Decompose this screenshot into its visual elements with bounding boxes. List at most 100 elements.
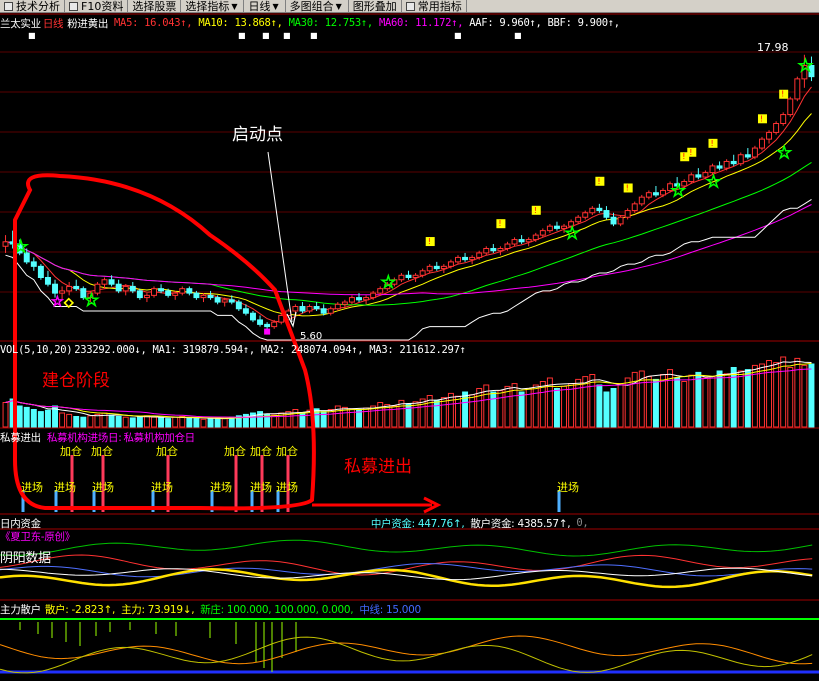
volume-bar xyxy=(660,374,666,428)
entry-signal-label: 进场 xyxy=(557,481,579,494)
period-label: 日线 xyxy=(42,17,64,30)
money-mid: 中户资金: 447.76↑, xyxy=(370,517,465,530)
volume-bar xyxy=(172,416,179,428)
volume-bar xyxy=(207,418,214,428)
launch-point-annotation: 启动点 xyxy=(232,125,283,145)
star-marker: ☆ xyxy=(797,55,813,76)
volume-bar xyxy=(193,418,200,428)
flag-mark: ! xyxy=(428,237,431,246)
candle-body xyxy=(610,216,617,225)
volume-bar xyxy=(16,405,23,428)
candle-body xyxy=(759,138,765,149)
candle-body xyxy=(476,252,483,258)
candle-body xyxy=(320,308,327,314)
volume-bar xyxy=(610,388,617,428)
volume-bar xyxy=(2,402,9,428)
aaf-value: AAF: 9.960↑, xyxy=(469,17,542,29)
main-force-line xyxy=(0,635,813,665)
candle-body xyxy=(546,225,553,232)
volume-bar xyxy=(674,377,681,428)
add-signal-label: 加仓 xyxy=(224,445,246,458)
volume-bars xyxy=(2,356,815,428)
candle-body xyxy=(306,306,313,312)
candle-body xyxy=(589,207,596,214)
candle-body xyxy=(327,308,334,314)
price-low-label: 5.60 xyxy=(300,331,323,342)
star-marker: ☆ xyxy=(705,172,721,193)
candle-body xyxy=(582,212,589,218)
volume-bar xyxy=(115,416,122,428)
candle-body xyxy=(737,154,744,165)
candle-body xyxy=(264,323,271,328)
top-marker: ■ xyxy=(28,31,36,40)
candle-body xyxy=(30,261,37,267)
candle-body xyxy=(440,265,447,270)
candle-body xyxy=(334,303,341,310)
volume-bar xyxy=(221,418,228,428)
star-marker: ☆ xyxy=(670,180,686,201)
volume-bar xyxy=(794,357,801,428)
candle-body xyxy=(645,192,652,198)
candle-body xyxy=(433,265,440,270)
volume-bar xyxy=(801,364,808,428)
volume-bar xyxy=(186,417,193,428)
volume-bar xyxy=(108,414,115,428)
flag-mark: ! xyxy=(760,114,763,123)
yinyang-name: 阴阳数据 xyxy=(0,550,51,566)
flag-mark: ! xyxy=(597,177,600,186)
volume-bar xyxy=(681,381,688,428)
candle-body xyxy=(695,174,702,178)
candle-body xyxy=(221,299,228,303)
candle-body xyxy=(370,292,377,299)
volume-bar xyxy=(730,367,737,428)
star-marker: ☆ xyxy=(776,143,792,164)
candle-body xyxy=(66,285,73,292)
candle-body xyxy=(660,189,666,196)
entry-signal-label: 进场 xyxy=(92,481,114,494)
candle-body xyxy=(179,288,186,294)
candle-body xyxy=(744,154,751,158)
yinyang-author-label: 《夏卫东-原创》 xyxy=(0,530,75,543)
flag-mark: ! xyxy=(682,152,685,161)
candle-body xyxy=(242,308,249,314)
candle-body xyxy=(37,265,44,279)
candle-body xyxy=(129,285,136,292)
retail-value: 散户: -2.823↑, xyxy=(44,603,116,616)
candle-body xyxy=(617,216,624,225)
volume-bar xyxy=(419,398,426,428)
volume-bar xyxy=(462,391,469,428)
stock-chart: ■ ■ ■ ■ ■ ■ ■ !!!!!! !!!!☆☆☆☆☆ ☆☆☆◇☆ xyxy=(0,13,819,674)
volume-bar xyxy=(30,409,37,428)
launch-marker xyxy=(264,328,271,335)
volume-bar xyxy=(476,388,483,428)
candle-body xyxy=(794,78,801,100)
candle-body xyxy=(766,131,773,140)
candle-body xyxy=(341,301,348,305)
candle-body xyxy=(652,192,659,196)
volume-bar xyxy=(808,363,815,428)
indicator-name: 粉进黄出 xyxy=(67,17,109,30)
candle-body xyxy=(313,306,320,310)
add-signal-label: 加仓 xyxy=(91,445,113,458)
main-force-name: 主力散户 xyxy=(0,603,41,616)
candle-body xyxy=(200,294,207,299)
candle-body xyxy=(348,297,355,303)
volume-bar xyxy=(356,409,362,428)
candle-body xyxy=(688,174,695,183)
volume-bar xyxy=(469,394,476,428)
main-force-header: 主力散户 散户: -2.823↑, 主力: 73.919↓, 新庄: 100.0… xyxy=(0,602,427,616)
private-name: 私募进出 xyxy=(0,431,41,444)
candle-body xyxy=(158,288,165,292)
volume-bar xyxy=(702,377,709,428)
yinyang-name-row: 阴阳数据 xyxy=(0,549,57,566)
candle-body xyxy=(780,114,787,125)
volume-bar xyxy=(59,412,66,428)
mid-line-value: 中线: 15.000 xyxy=(359,603,421,616)
candle-body xyxy=(483,247,490,254)
candle-body xyxy=(59,290,66,294)
candle-body xyxy=(624,210,631,218)
volume-bar xyxy=(532,384,539,428)
candle-body xyxy=(115,283,122,292)
candle-body xyxy=(490,247,497,252)
flag-mark: ! xyxy=(689,148,692,157)
